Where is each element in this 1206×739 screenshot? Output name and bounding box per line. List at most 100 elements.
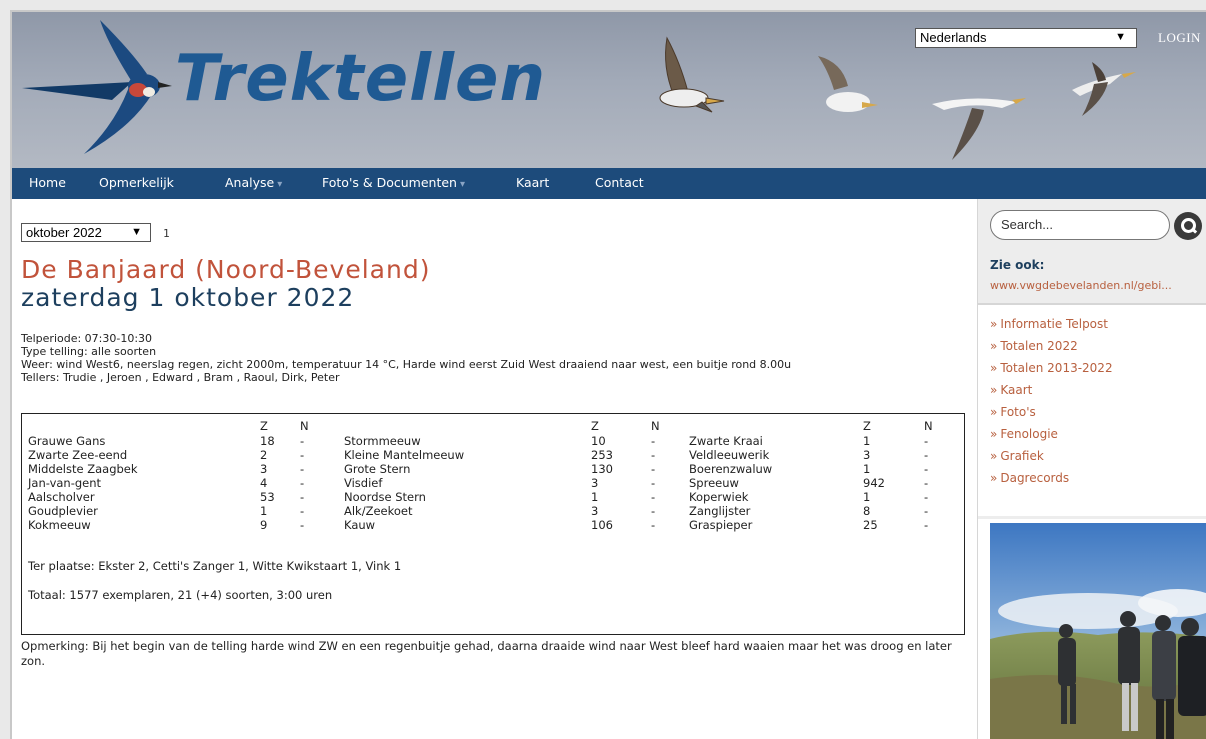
nav-item-home[interactable]: Home bbox=[29, 175, 66, 190]
chevron-down-icon: ▼ bbox=[131, 226, 142, 238]
link-arrow-icon: » bbox=[990, 471, 998, 485]
site-title: De Banjaard (Noord-Beveland) bbox=[21, 255, 431, 284]
page-number-link[interactable]: 1 bbox=[163, 227, 170, 240]
nav-item-contact[interactable]: Contact bbox=[595, 175, 644, 190]
ter-plaatse: Ter plaatse: Ekster 2, Cetti's Zanger 1,… bbox=[28, 559, 402, 573]
dropdown-caret-icon: ▾ bbox=[459, 179, 465, 190]
species-count-z: 253 bbox=[591, 448, 613, 462]
species-count-n: - bbox=[651, 448, 656, 462]
site-logo-text[interactable]: Trektellen bbox=[175, 42, 546, 116]
col-header-n: N bbox=[651, 419, 660, 433]
species-count-z: 130 bbox=[591, 462, 613, 476]
chevron-down-icon: ▼ bbox=[1115, 31, 1126, 43]
dropdown-caret-icon: ▾ bbox=[277, 179, 283, 190]
species-count-n: - bbox=[300, 448, 305, 462]
species-count-z: 3 bbox=[863, 448, 871, 462]
nav-item-fotos-documenten[interactable]: Foto's & Documenten ▾ bbox=[322, 175, 465, 190]
totaal: Totaal: 1577 exemplaren, 21 (+4) soorten… bbox=[28, 588, 333, 602]
species-count-n: - bbox=[300, 518, 305, 532]
date-title: zaterdag 1 oktober 2022 bbox=[21, 283, 355, 312]
zie-ook-link[interactable]: www.vwgdebevelanden.nl/gebi... bbox=[990, 279, 1204, 292]
species-name: Grauwe Gans bbox=[28, 434, 106, 448]
species-count-n: - bbox=[924, 448, 929, 462]
sidebar-link-dagrecords[interactable]: » Dagrecords bbox=[990, 471, 1069, 485]
species-count-n: - bbox=[651, 504, 656, 518]
species-count-z: 8 bbox=[863, 504, 871, 518]
language-select-value: Nederlands bbox=[920, 30, 987, 45]
link-arrow-icon: » bbox=[990, 405, 998, 419]
link-arrow-icon: » bbox=[990, 339, 998, 353]
species-count-z: 3 bbox=[591, 504, 599, 518]
sidebar-link-grafiek[interactable]: » Grafiek bbox=[990, 449, 1044, 463]
species-name: Kauw bbox=[344, 518, 376, 532]
nav-item-kaart[interactable]: Kaart bbox=[516, 175, 549, 190]
sidebar-link-totalen-2022[interactable]: » Totalen 2022 bbox=[990, 339, 1078, 353]
species-count-z: 18 bbox=[260, 434, 275, 448]
site-header: Trektellen Nederlands ▼ LOGIN bbox=[12, 12, 1206, 168]
gull-1-icon bbox=[659, 36, 725, 113]
sidebar-link-totalen-2013-2022[interactable]: » Totalen 2013-2022 bbox=[990, 361, 1113, 375]
species-name: Middelste Zaagbek bbox=[28, 462, 138, 476]
species-count-n: - bbox=[924, 490, 929, 504]
gull-3-icon bbox=[932, 98, 1026, 160]
species-name: Aalscholver bbox=[28, 490, 95, 504]
login-link[interactable]: LOGIN bbox=[1158, 30, 1201, 46]
search-input[interactable]: Search... bbox=[990, 210, 1170, 240]
species-count-z: 1 bbox=[591, 490, 599, 504]
language-select[interactable]: Nederlands ▼ bbox=[915, 28, 1137, 48]
species-count-z: 10 bbox=[591, 434, 606, 448]
count-table: Z N Z N Z N Grauwe Gans 18 - Zwarte Zee-… bbox=[21, 413, 965, 635]
link-arrow-icon: » bbox=[990, 449, 998, 463]
sidebar-link-kaart[interactable]: » Kaart bbox=[990, 383, 1032, 397]
species-name: Graspieper bbox=[689, 518, 753, 532]
gull-4-icon bbox=[1072, 62, 1136, 116]
month-select[interactable]: oktober 2022 ▼ bbox=[21, 223, 151, 242]
opmerking: Opmerking: Bij het begin van de telling … bbox=[21, 639, 952, 668]
link-arrow-icon: » bbox=[990, 383, 998, 397]
col-header-n: N bbox=[300, 419, 309, 433]
species-count-n: - bbox=[651, 490, 656, 504]
species-count-n: - bbox=[300, 490, 305, 504]
species-name: Spreeuw bbox=[689, 476, 739, 490]
species-name: Jan-van-gent bbox=[28, 476, 102, 490]
zie-ook-label: Zie ook: bbox=[990, 258, 1045, 272]
species-count-n: - bbox=[924, 518, 929, 532]
species-name: Kleine Mantelmeeuw bbox=[344, 448, 465, 462]
species-name: Visdief bbox=[344, 476, 383, 490]
main-nav: Home Opmerkelijk Analyse ▾ Foto's & Docum… bbox=[12, 168, 1206, 199]
species-count-z: 2 bbox=[260, 448, 268, 462]
species-name: Koperwiek bbox=[689, 490, 749, 504]
type-telling: Type telling: alle soorten bbox=[21, 345, 157, 358]
species-count-z: 1 bbox=[863, 462, 871, 476]
species-count-z: 3 bbox=[260, 462, 268, 476]
search-icon[interactable] bbox=[1174, 212, 1202, 240]
species-name: Kokmeeuw bbox=[28, 518, 91, 532]
link-arrow-icon: » bbox=[990, 361, 998, 375]
species-count-n: - bbox=[924, 434, 929, 448]
species-count-n: - bbox=[651, 476, 656, 490]
species-count-z: 53 bbox=[260, 490, 275, 504]
species-name: Zwarte Zee-eend bbox=[28, 448, 128, 462]
link-arrow-icon: » bbox=[990, 317, 998, 331]
col-header-z: Z bbox=[260, 419, 268, 433]
species-count-n: - bbox=[300, 504, 305, 518]
species-count-n: - bbox=[300, 434, 305, 448]
col-header-n: N bbox=[924, 419, 933, 433]
species-count-n: - bbox=[651, 518, 656, 532]
col-header-z: Z bbox=[863, 419, 871, 433]
species-name: Alk/Zeekoet bbox=[344, 504, 413, 518]
telpost-photo[interactable] bbox=[978, 519, 1206, 739]
nav-item-opmerkelijk[interactable]: Opmerkelijk bbox=[99, 175, 174, 190]
sidebar-link-informatie-telpost[interactable]: » Informatie Telpost bbox=[990, 317, 1108, 331]
sidebar-link-fotos[interactable]: » Foto's bbox=[990, 405, 1036, 419]
species-count-z: 3 bbox=[591, 476, 599, 490]
sidebar-links: » Informatie Telpost » Totalen 2022 » Total… bbox=[978, 303, 1206, 516]
sidebar-link-fenologie[interactable]: » Fenologie bbox=[990, 427, 1058, 441]
nav-item-analyse[interactable]: Analyse ▾ bbox=[225, 175, 282, 190]
species-count-z: 4 bbox=[260, 476, 268, 490]
species-count-z: 25 bbox=[863, 518, 878, 532]
species-count-n: - bbox=[924, 476, 929, 490]
telperiode: Telperiode: 07:30-10:30 bbox=[21, 332, 153, 345]
species-count-n: - bbox=[651, 462, 656, 476]
species-name: Zanglijster bbox=[689, 504, 751, 518]
